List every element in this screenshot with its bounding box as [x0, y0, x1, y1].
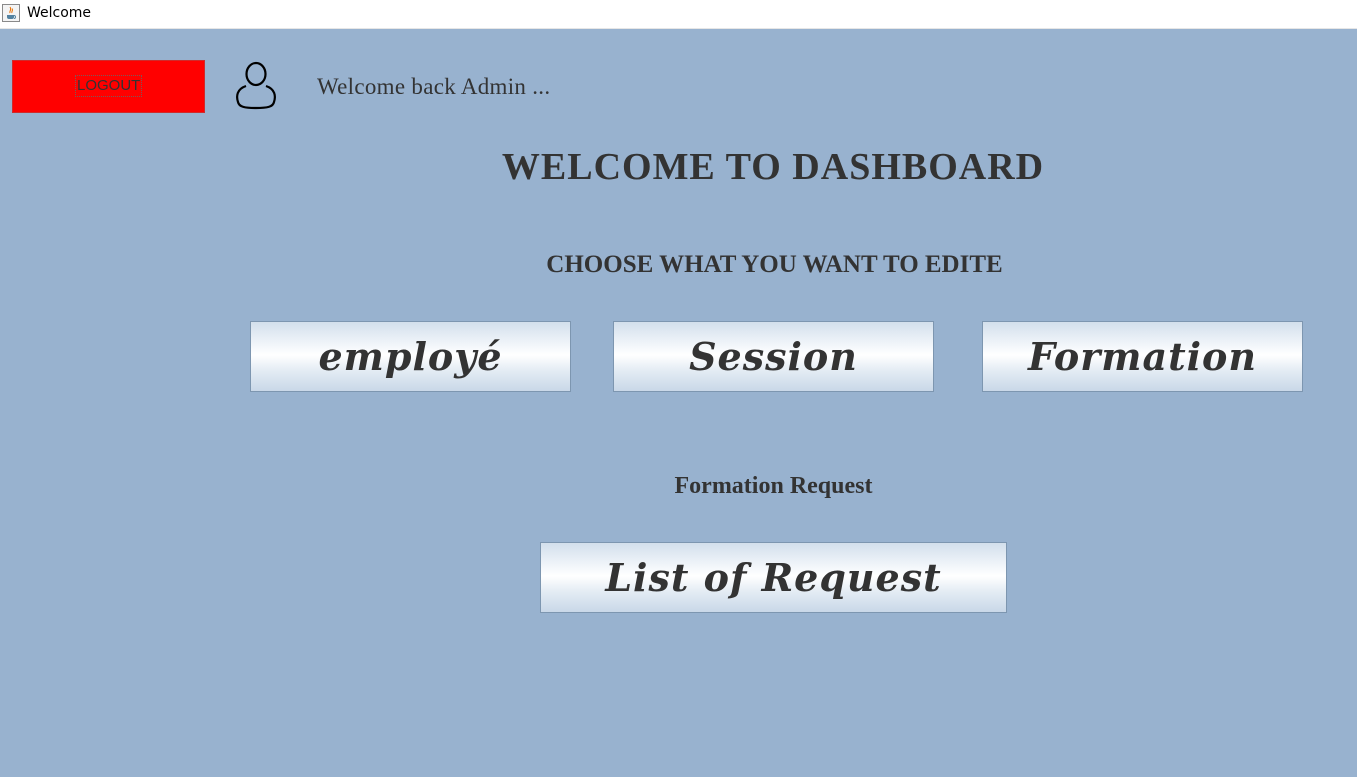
user-icon — [236, 61, 276, 110]
formation-button[interactable]: Formation — [982, 321, 1303, 392]
employe-button[interactable]: employé — [250, 321, 571, 392]
page-title: WELCOME TO DASHBOARD — [501, 146, 1045, 188]
window-titlebar: Welcome — [0, 0, 1357, 29]
logout-button[interactable]: LOGOUT — [12, 60, 205, 113]
formation-request-heading: Formation Request — [674, 473, 873, 499]
session-button[interactable]: Session — [613, 321, 934, 392]
dashboard-panel: LOGOUT Welcome back Admin ... WELCOME TO… — [0, 29, 1357, 777]
list-of-request-button[interactable]: List of Request — [540, 542, 1007, 613]
welcome-back-text: Welcome back Admin ... — [317, 74, 551, 99]
choose-instruction: CHOOSE WHAT YOU WANT TO EDITE — [546, 251, 1003, 278]
logout-button-label: LOGOUT — [75, 75, 143, 97]
window-title: Welcome — [27, 5, 92, 21]
java-cup-icon — [2, 4, 20, 22]
